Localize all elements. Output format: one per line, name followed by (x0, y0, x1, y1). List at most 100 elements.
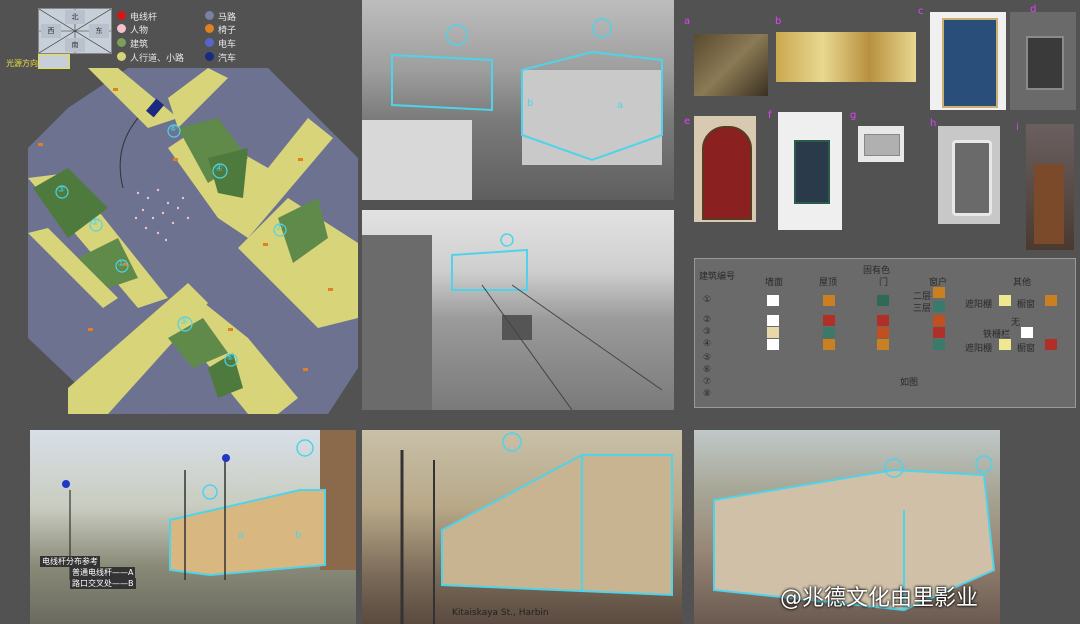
wall-swatch-2 (767, 315, 779, 326)
compass-north: 北 (65, 10, 85, 24)
railing-swatch (1021, 327, 1033, 338)
table-row-2: ② (703, 315, 712, 325)
street-map (28, 68, 358, 414)
historic-photo-aerial: a b (362, 0, 674, 200)
table-row-7: ⑦ (703, 377, 712, 387)
compass-legend: 北 东 南 西 (38, 8, 112, 54)
window-swatch-4 (933, 339, 945, 350)
ref-door-c (930, 12, 1006, 110)
other-awning-label-4: 遮阳棚 (965, 344, 993, 354)
wall-swatch-1 (767, 295, 779, 306)
table-col-roof: 屋顶 (819, 278, 838, 288)
ref-label-c: c (918, 6, 924, 17)
table-row-8: ⑧ (703, 389, 712, 399)
sidewalk-legend-dot (117, 52, 126, 61)
ref-window-g (858, 126, 904, 162)
other-window-label-4: 橱窗 (1017, 344, 1036, 354)
roof-swatch-2 (823, 315, 835, 326)
roof-swatch-4 (823, 339, 835, 350)
aerial-letter-b: b (527, 98, 534, 109)
table-row-3: ③ (703, 327, 712, 337)
map-building-2: ② (91, 218, 100, 228)
table-col-door: 门 (879, 278, 889, 288)
other-awning-label-1: 遮阳棚 (965, 300, 993, 310)
awning-swatch-1 (999, 295, 1011, 306)
shopwindow-swatch-1 (1045, 295, 1057, 306)
car-legend-dot (205, 52, 214, 61)
table-col-other: 其他 (1013, 278, 1032, 288)
ref-facade-i (1026, 124, 1074, 250)
historic-photo-street-poles: 电线杆分布参考 普通电线杆——A 路口交叉处——B a b (30, 430, 356, 624)
chair-legend-label: 椅子 (218, 26, 237, 36)
map-building-4: ④ (215, 164, 224, 174)
ref-window-h (938, 126, 1000, 224)
tram-legend-dot (205, 38, 214, 47)
compass-east: 东 (89, 24, 109, 38)
table-col-wall: 墙面 (765, 278, 784, 288)
ref-label-d: d (1030, 4, 1037, 15)
door-swatch-1 (877, 295, 889, 306)
window-swatch-2 (933, 315, 945, 326)
ref-label-f: f (768, 110, 772, 121)
car-legend-label: 汽车 (218, 54, 237, 64)
pole-note-3: 路口交叉处——B (70, 578, 136, 589)
ref-label-g: g (850, 110, 857, 121)
aerial-letter-a: a (617, 100, 624, 111)
roof-swatch-1 (823, 295, 835, 306)
wall-swatch-4 (767, 339, 779, 350)
window-swatch-1a (933, 287, 945, 298)
building-legend-label: 建筑 (130, 40, 149, 50)
roof-swatch-3 (823, 327, 835, 338)
color-table: 固有色 建筑编号 墙面 屋顶 门 窗户 其他 ① ② ③ ④ ⑤ ⑥ ⑦ ⑧ 二… (694, 258, 1076, 408)
window-floor3-label: 三层 (913, 304, 932, 314)
other-window-label-1: 橱窗 (1017, 300, 1036, 310)
door-swatch-4 (877, 339, 889, 350)
awning-swatch-4 (999, 339, 1011, 350)
door-swatch-2 (877, 315, 889, 326)
avenue-caption: Kitaiskaya St., Harbin (452, 608, 549, 618)
table-col-building: 建筑编号 (699, 272, 736, 282)
wall-swatch-3 (767, 327, 779, 338)
road-legend-label: 马路 (218, 13, 237, 23)
compass-west: 西 (41, 24, 61, 38)
tram-street-annotations (362, 233, 663, 410)
window-swatch-3 (933, 327, 945, 338)
ref-label-e: e (684, 116, 691, 127)
sidewalk-legend-label: 人行道、小路 (130, 54, 185, 64)
historic-photo-avenue: Kitaiskaya St., Harbin (362, 430, 682, 624)
aerial-annotations (362, 18, 663, 200)
pole-note-2: 普通电线杆——A (70, 567, 136, 578)
ref-label-h: h (930, 118, 937, 129)
ref-shopfront-a (694, 34, 768, 96)
building-legend-dot (117, 38, 126, 47)
shopwindow-swatch-4 (1045, 339, 1057, 350)
ref-awning-b (776, 32, 916, 82)
tram-legend-label: 电车 (218, 40, 237, 50)
light-direction-box (38, 54, 70, 69)
chair-legend-dot (205, 24, 214, 33)
pole-legend-dot (117, 11, 126, 20)
window-swatch-1b (933, 301, 945, 312)
road-legend-dot (205, 11, 214, 20)
table-row-6: ⑥ (703, 365, 712, 375)
door-swatch-3 (877, 327, 889, 338)
person-legend-label: 人物 (130, 26, 149, 36)
ref-label-b: b (775, 16, 782, 27)
street-poles-annotations (62, 430, 356, 580)
ref-door-e (694, 116, 756, 222)
pole-letter-a: a (238, 530, 245, 541)
ref-label-i: i (1016, 122, 1019, 133)
table-row-1: ① (703, 295, 712, 305)
ref-window-d (1010, 12, 1076, 110)
compass-south: 南 (65, 38, 85, 52)
map-building-7: ⑦ (275, 223, 284, 233)
map-building-6: ⑥ (226, 353, 235, 363)
pole-legend-label: 电线杆 (130, 13, 158, 23)
pole-note-1: 电线杆分布参考 (40, 556, 100, 567)
pole-letter-b: b (295, 530, 302, 541)
other-none-label: 无 (1011, 318, 1021, 328)
person-legend-dot (117, 24, 126, 33)
table-row-5: ⑤ (703, 353, 712, 363)
map-building-5: ⑤ (180, 317, 189, 327)
map-building-1: ① (117, 259, 126, 269)
